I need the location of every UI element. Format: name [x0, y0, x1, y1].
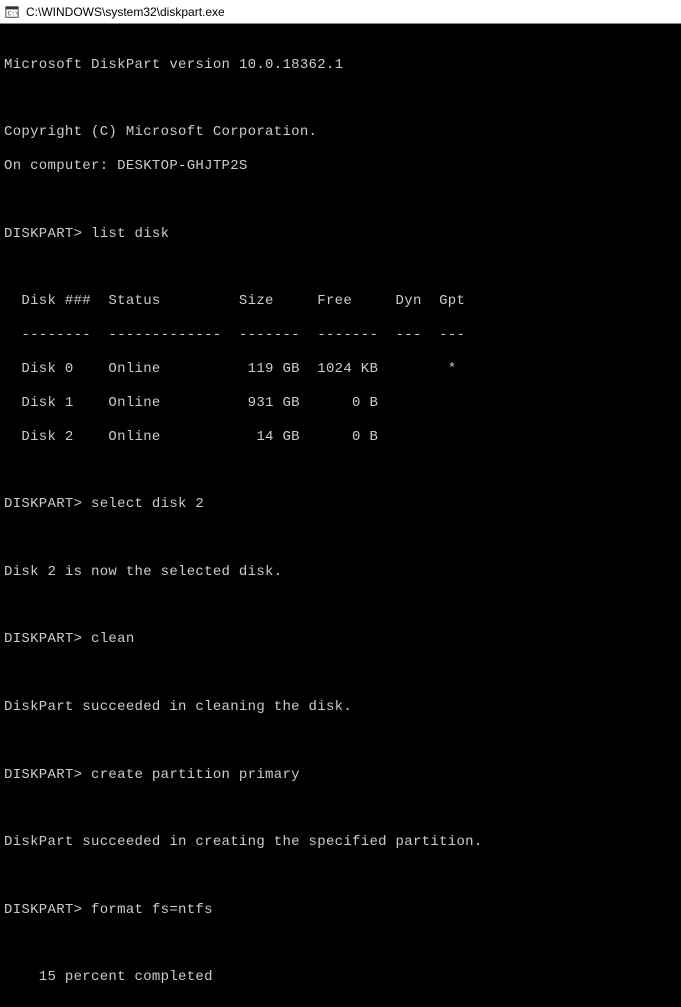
console-icon: C:\ [4, 4, 20, 20]
table-header: Disk ### Status Size Free Dyn Gpt [4, 293, 677, 310]
clean-message: DiskPart succeeded in cleaning the disk. [4, 699, 677, 716]
blank-line [4, 733, 677, 750]
blank-line [4, 530, 677, 547]
window-titlebar[interactable]: C:\ C:\WINDOWS\system32\diskpart.exe [0, 0, 681, 24]
blank-line [4, 462, 677, 479]
progress-message: 15 percent completed [4, 969, 677, 986]
table-row: Disk 1 Online 931 GB 0 B [4, 395, 677, 412]
svg-text:C:\: C:\ [8, 10, 19, 17]
prompt-select-disk: DISKPART> select disk 2 [4, 496, 677, 513]
prompt-create-partition: DISKPART> create partition primary [4, 767, 677, 784]
blank-line [4, 800, 677, 817]
prompt-clean: DISKPART> clean [4, 631, 677, 648]
blank-line [4, 665, 677, 682]
blank-line [4, 868, 677, 885]
selected-message: Disk 2 is now the selected disk. [4, 564, 677, 581]
blank-line [4, 91, 677, 108]
prompt-list-disk: DISKPART> list disk [4, 226, 677, 243]
version-line: Microsoft DiskPart version 10.0.18362.1 [4, 57, 677, 74]
partition-message: DiskPart succeeded in creating the speci… [4, 834, 677, 851]
table-divider: -------- ------------- ------- ------- -… [4, 327, 677, 344]
table-row: Disk 2 Online 14 GB 0 B [4, 429, 677, 446]
table-row: Disk 0 Online 119 GB 1024 KB * [4, 361, 677, 378]
blank-line [4, 260, 677, 277]
blank-line [4, 936, 677, 953]
blank-line [4, 192, 677, 209]
terminal-output[interactable]: Microsoft DiskPart version 10.0.18362.1 … [0, 24, 681, 1007]
window-title: C:\WINDOWS\system32\diskpart.exe [26, 5, 225, 19]
blank-line [4, 598, 677, 615]
prompt-format: DISKPART> format fs=ntfs [4, 902, 677, 919]
copyright-line: Copyright (C) Microsoft Corporation. [4, 124, 677, 141]
computer-line: On computer: DESKTOP-GHJTP2S [4, 158, 677, 175]
